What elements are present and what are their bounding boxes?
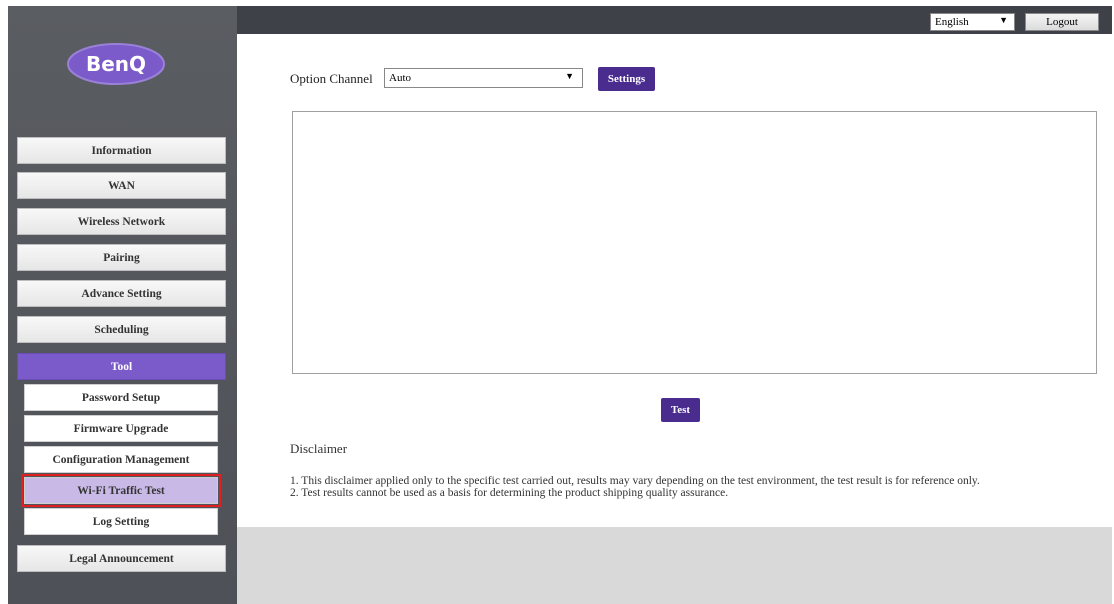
sub-firmware-upgrade[interactable]: Firmware Upgrade <box>24 415 218 442</box>
nav-advance-setting[interactable]: Advance Setting <box>17 280 226 307</box>
nav-tool[interactable]: Tool <box>17 353 226 380</box>
test-result-area <box>292 111 1097 374</box>
nav-scheduling[interactable]: Scheduling <box>17 316 226 343</box>
disclaimer-line-2: 2. Test results cannot be used as a basi… <box>290 487 729 499</box>
logo-text: BenQ <box>86 52 146 76</box>
sub-wifi-traffic-test[interactable]: Wi-Fi Traffic Test <box>21 474 221 507</box>
test-button[interactable]: Test <box>661 398 700 422</box>
option-channel-select[interactable]: Auto ▼ <box>384 68 583 88</box>
disclaimer-title: Disclaimer <box>290 441 348 456</box>
language-value: English <box>935 16 969 28</box>
settings-button[interactable]: Settings <box>598 67 655 91</box>
nav-pairing[interactable]: Pairing <box>17 244 226 271</box>
nav-information[interactable]: Information <box>17 137 226 164</box>
nav-legal-announcement[interactable]: Legal Announcement <box>17 545 226 572</box>
benq-logo: BenQ <box>66 42 166 86</box>
option-channel-label: Option Channel <box>290 71 373 86</box>
dropdown-arrow-icon: ▼ <box>999 15 1008 25</box>
footer-area <box>237 527 1112 604</box>
dropdown-arrow-icon: ▼ <box>565 71 574 81</box>
sub-configuration-management[interactable]: Configuration Management <box>24 446 218 473</box>
logout-button[interactable]: Logout <box>1025 13 1099 31</box>
language-select[interactable]: English ▼ <box>930 13 1015 31</box>
option-channel-value: Auto <box>389 72 411 84</box>
sub-log-setting[interactable]: Log Setting <box>24 508 218 535</box>
disclaimer-line-1: 1. This disclaimer applied only to the s… <box>290 475 980 487</box>
sub-password-setup[interactable]: Password Setup <box>24 384 218 411</box>
nav-wireless-network[interactable]: Wireless Network <box>17 208 226 235</box>
nav-wan[interactable]: WAN <box>17 172 226 199</box>
